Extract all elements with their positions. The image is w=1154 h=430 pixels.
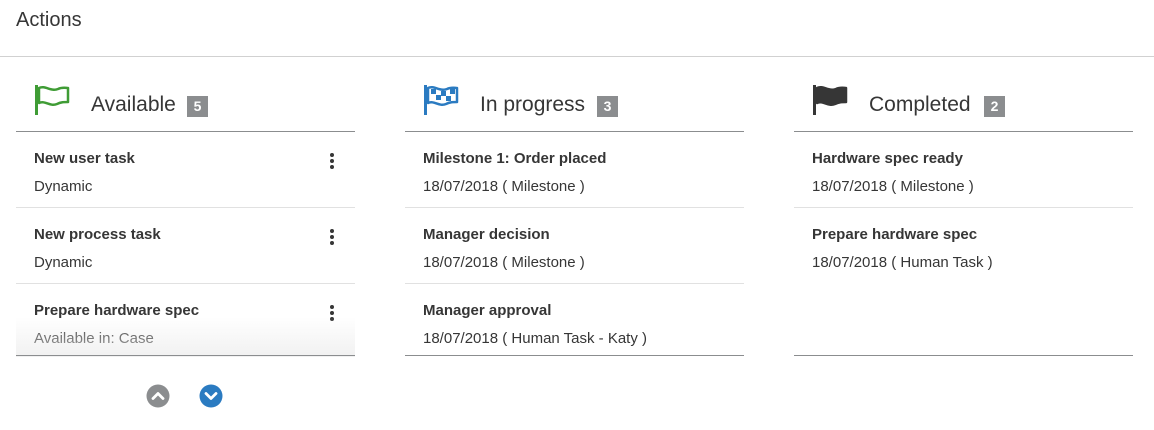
item-name: Manager approval [423,302,552,319]
available-count-badge: 5 [187,96,208,117]
list-item[interactable]: Prepare hardware spec Available in: Case [16,284,355,357]
list-item[interactable]: Manager approval 18/07/2018 ( Human Task… [405,284,744,357]
item-description: Available in: Case [34,330,154,347]
kebab-menu-icon[interactable] [328,153,336,171]
inprogress-title: In progress [480,93,586,116]
item-description: 18/07/2018 ( Human Task - Katy ) [423,330,648,347]
list-item[interactable]: New process task Dynamic [16,208,355,284]
completed-count-badge: 2 [984,96,1005,117]
list-item[interactable]: New user task Dynamic [16,132,355,208]
inprogress-count-badge: 3 [597,96,618,117]
inprogress-list[interactable]: Milestone 1: Order placed 18/07/2018 ( M… [405,132,744,357]
list-item[interactable]: Manager decision 18/07/2018 ( Milestone … [405,208,744,284]
list-item[interactable]: Prepare hardware spec 18/07/2018 ( Human… [794,208,1133,284]
chevron-circle-down-icon[interactable] [199,384,223,408]
completed-title: Completed [869,93,971,116]
completed-header: Completed 2 [794,78,1133,132]
available-list[interactable]: New user task Dynamic New process task D… [16,132,355,357]
item-description: Dynamic [34,178,93,195]
item-description: Dynamic [34,254,93,271]
item-name: Manager decision [423,226,550,243]
item-description: 18/07/2018 ( Milestone ) [423,178,585,195]
completed-column: Completed 2 Hardware spec ready 18/07/20… [794,78,1133,357]
item-description: 18/07/2018 ( Human Task ) [812,254,993,271]
item-name: New process task [34,226,161,243]
available-column: Available 5 New user task Dynamic New pr… [16,78,355,357]
page-header: Actions [0,0,1154,57]
inprogress-header: In progress 3 [405,78,744,132]
inprogress-column: In progress 3 Milestone 1: Order placed … [405,78,744,357]
list-item[interactable]: Milestone 1: Order placed 18/07/2018 ( M… [405,132,744,208]
completed-list[interactable]: Hardware spec ready 18/07/2018 ( Milesto… [794,132,1133,357]
kebab-menu-icon[interactable] [328,305,336,323]
flag-filled-icon [813,85,848,115]
item-name: Prepare hardware spec [812,226,978,243]
available-title: Available [91,93,176,116]
list-divider [16,355,355,356]
kebab-menu-icon[interactable] [328,229,336,247]
item-description: 18/07/2018 ( Milestone ) [812,178,974,195]
item-name: Prepare hardware spec [34,302,200,319]
page-title: Actions [16,9,82,31]
checkered-flag-icon [424,85,459,115]
list-divider [405,355,744,356]
list-item[interactable]: Hardware spec ready 18/07/2018 ( Milesto… [794,132,1133,208]
flag-outline-icon [35,85,70,115]
item-description: 18/07/2018 ( Milestone ) [423,254,585,271]
available-header: Available 5 [16,78,355,132]
item-name: New user task [34,150,135,167]
item-name: Hardware spec ready [812,150,963,167]
item-name: Milestone 1: Order placed [423,150,607,167]
list-divider [794,355,1133,356]
chevron-circle-up-icon[interactable] [146,384,170,408]
